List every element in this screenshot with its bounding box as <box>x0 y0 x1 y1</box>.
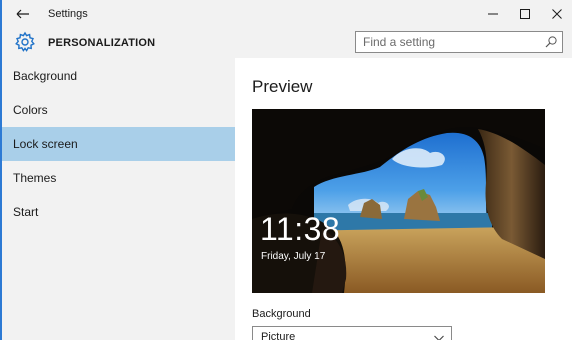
lock-screen-time: 11:38 <box>260 211 341 247</box>
lock-screen-preview: 11:38 Friday, July 17 <box>252 109 545 293</box>
preview-heading: Preview <box>252 77 313 96</box>
minimize-button[interactable] <box>478 2 508 26</box>
window-title: Settings <box>48 8 88 20</box>
settings-header: PERSONALIZATION <box>2 28 572 58</box>
background-dropdown[interactable]: Picture <box>252 326 452 340</box>
search-input[interactable] <box>356 32 536 52</box>
sidebar-item-label: Lock screen <box>13 137 78 151</box>
close-icon <box>552 9 562 19</box>
sidebar-item-themes[interactable]: Themes <box>2 161 235 195</box>
lock-screen-date: Friday, July 17 <box>261 251 326 262</box>
sidebar-item-label: Start <box>13 205 39 219</box>
sidebar-item-background[interactable]: Background <box>2 59 235 93</box>
background-dropdown-value: Picture <box>261 331 296 340</box>
background-label: Background <box>252 308 311 320</box>
title-bar: Settings <box>2 0 572 28</box>
sidebar-item-label: Colors <box>13 103 48 117</box>
section-title: PERSONALIZATION <box>48 37 156 49</box>
sidebar-item-label: Background <box>13 69 78 83</box>
minimize-icon <box>488 13 498 15</box>
search-box[interactable] <box>355 31 563 53</box>
sidebar-item-start[interactable]: Start <box>2 195 235 229</box>
close-button[interactable] <box>542 2 572 26</box>
main-content: Preview 11:38 Friday, July 17 Background… <box>235 58 572 340</box>
chevron-down-icon <box>434 335 444 340</box>
sidebar: Background Colors Lock screen Themes Sta… <box>2 58 235 340</box>
maximize-icon <box>520 9 530 19</box>
gear-icon <box>14 31 36 53</box>
sidebar-item-label: Themes <box>13 171 57 185</box>
sidebar-item-lock-screen[interactable]: Lock screen <box>2 127 235 161</box>
back-arrow-icon <box>16 9 29 19</box>
search-icon[interactable] <box>544 35 558 49</box>
back-button[interactable] <box>12 4 34 24</box>
settings-window: Settings PERSONALIZATION Find a setting … <box>0 0 572 340</box>
cave-beach-image <box>252 109 545 293</box>
sidebar-item-colors[interactable]: Colors <box>2 93 235 127</box>
maximize-button[interactable] <box>510 2 540 26</box>
